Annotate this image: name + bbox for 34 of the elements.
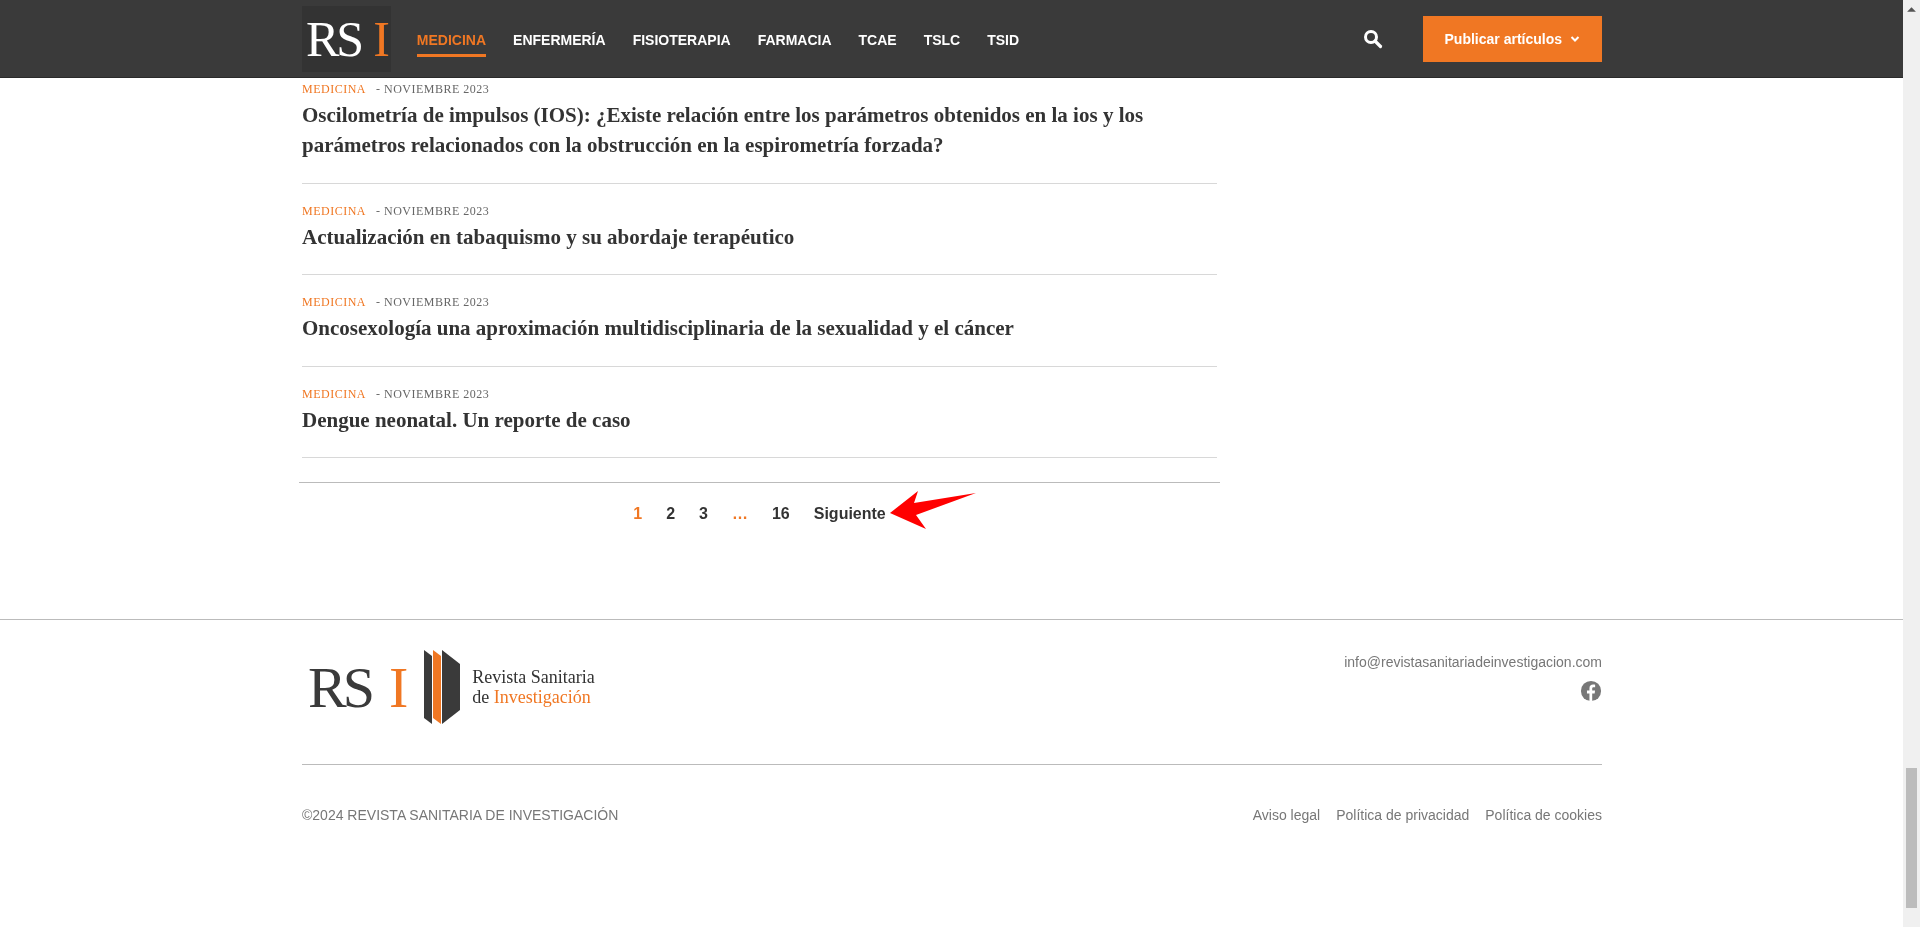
article-date: - NOVIEMBRE 2023: [376, 203, 490, 218]
email-link[interactable]: info@revistasanitariadeinvestigacion.com: [1344, 654, 1602, 671]
nav-tab[interactable]: FARMACIA: [757, 26, 832, 57]
article-title-link[interactable]: Oncosexología una aproximación multidisciplinaria de la sexualidad y el cáncer: [302, 313, 1217, 344]
scrollbar[interactable]: [1903, 0, 1920, 927]
article-date: - NOVIEMBRE 2023: [376, 82, 490, 96]
scrollbar-thumb[interactable]: [1906, 768, 1917, 908]
article-date: - NOVIEMBRE 2023: [376, 295, 490, 310]
copyright-text: ©2024 REVISTA SANITARIA DE INVESTIGACIÓN: [302, 807, 619, 824]
footer-logo[interactable]: RS I Revista Sanitaria de Investigación: [308, 650, 595, 725]
site-logo[interactable]: RS I: [302, 5, 391, 72]
journal-name-line: de Investigación: [472, 687, 592, 708]
nav-tab[interactable]: TSID: [987, 26, 1020, 57]
footer-link[interactable]: Aviso legal: [1252, 807, 1321, 824]
article-title-link[interactable]: Dengue neonatal. Un reporte de caso: [302, 404, 1217, 436]
search-icon[interactable]: [1362, 28, 1383, 49]
nav-tab[interactable]: ENFERMERÍA: [513, 26, 606, 57]
footer-link[interactable]: Política de privacidad: [1336, 807, 1470, 824]
next-page-link[interactable]: Siguiente: [813, 505, 886, 523]
page-link[interactable]: 2: [666, 505, 676, 524]
nav-tab[interactable]: MEDICINA: [416, 26, 487, 57]
page-link[interactable]: 3: [699, 505, 708, 524]
page-link[interactable]: 16: [771, 505, 790, 524]
journal-name: Revista Sanitaria: [472, 666, 595, 688]
scroll-up-icon[interactable]: [1906, 6, 1917, 13]
nav-tab[interactable]: FISIOTERAPIA: [632, 26, 731, 57]
article-title-link[interactable]: Actualización en tabaquismo y su abordaje terapéutico: [302, 221, 1217, 253]
facebook-icon[interactable]: [1580, 680, 1602, 703]
footer-link[interactable]: Política de cookies: [1485, 807, 1602, 824]
article-date: - NOVIEMBRE 2023: [376, 386, 490, 401]
page-ellipsis: …: [731, 505, 748, 524]
article-title-link[interactable]: Oscilometría de impulsos (IOS): ¿Existe relación entre los parámetros obtenidos en la ios y los parámetros relacionados con la obstrucción en la espirometría forzada?: [302, 100, 1217, 161]
nav-tab[interactable]: TSLC: [923, 26, 961, 57]
nav-tab[interactable]: TCAE: [858, 26, 897, 57]
